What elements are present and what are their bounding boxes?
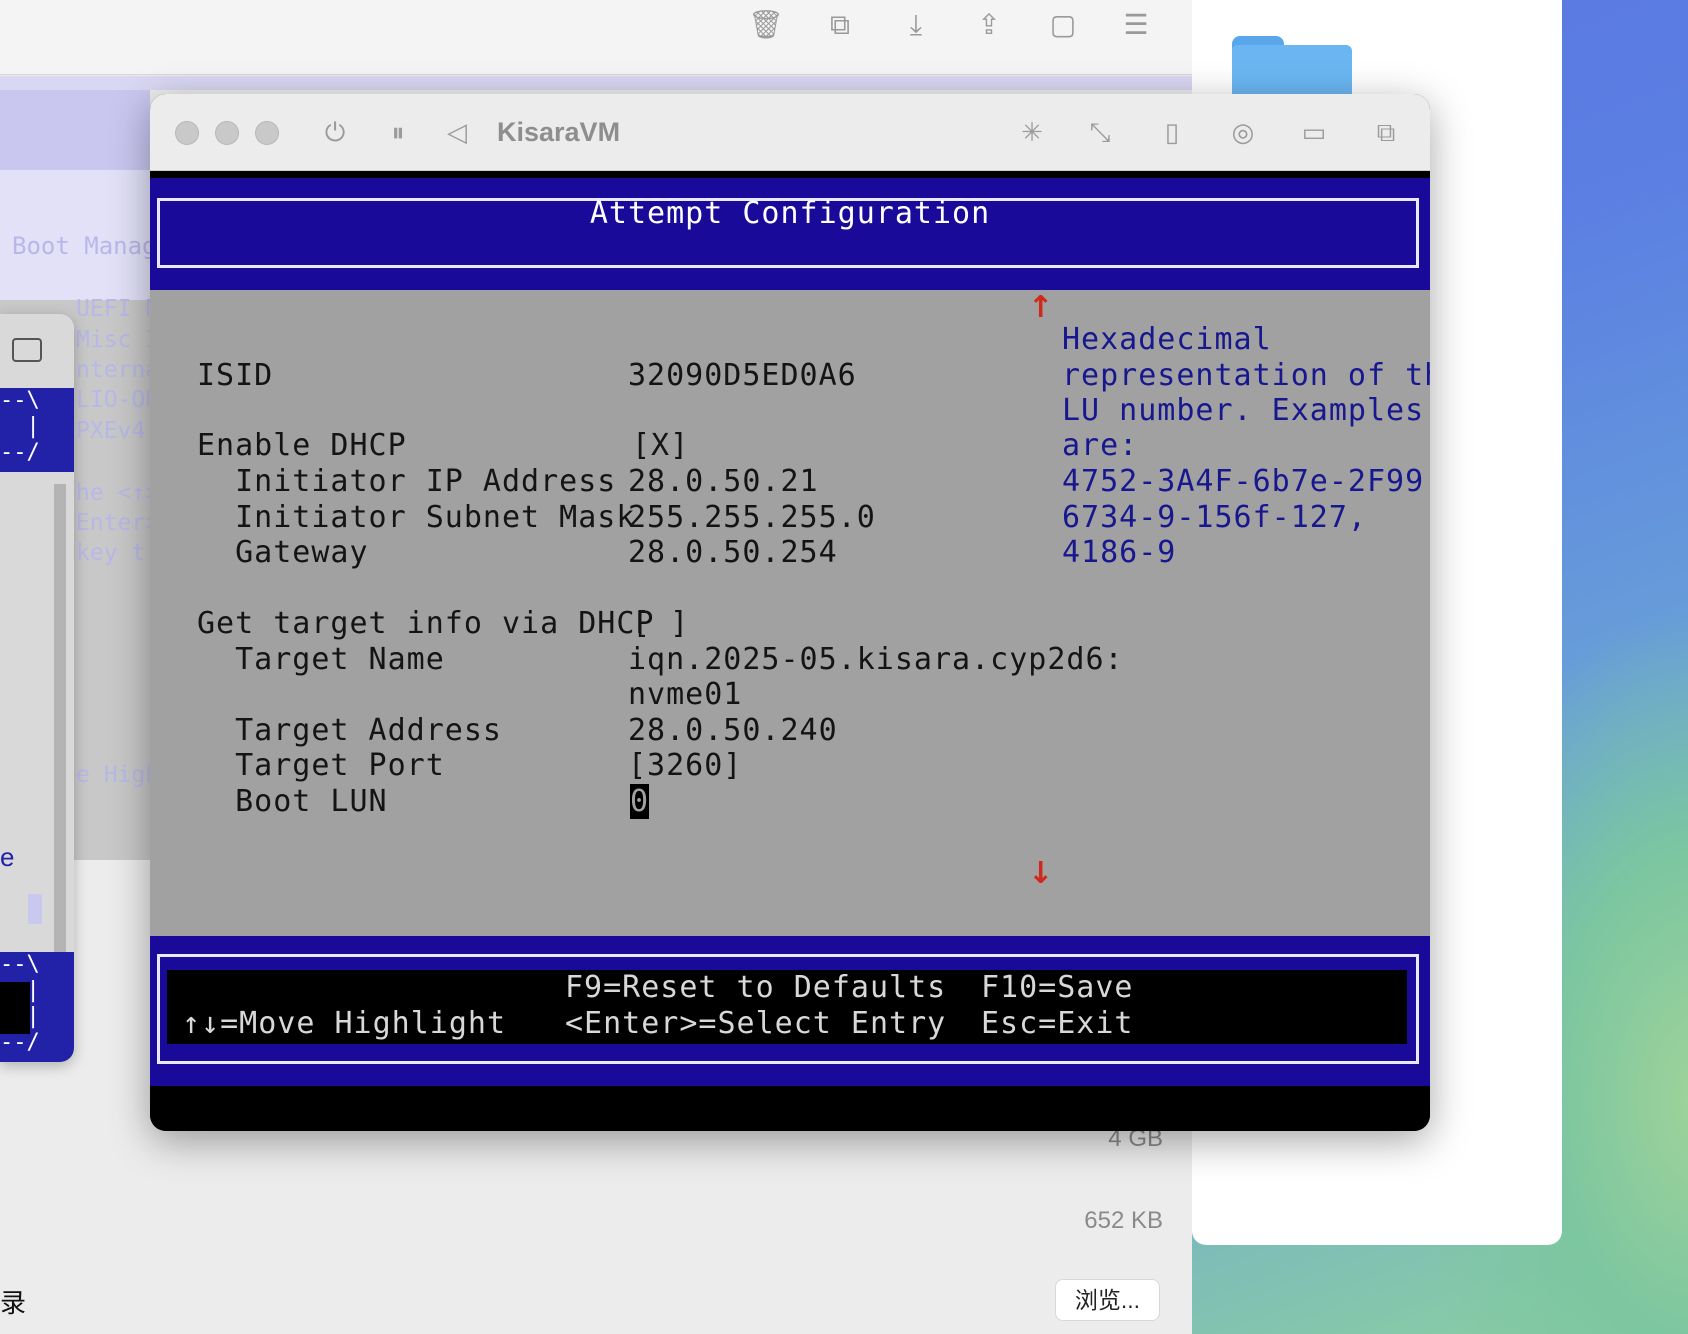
small-window: --\ | --/ e --\ | | --/	[0, 314, 74, 1062]
scroll-thumb[interactable]	[28, 894, 42, 924]
back-icon[interactable]: ◁	[439, 114, 475, 150]
lavender-block	[0, 90, 150, 170]
cjk-fragment: 录	[0, 1288, 27, 1318]
ghost-line: he <↑>	[76, 480, 160, 506]
target-name-value-cont[interactable]: nvme01	[628, 677, 742, 712]
boot-lun-label: Boot LUN	[197, 784, 388, 819]
ghost-line: LIO-OR	[76, 387, 160, 413]
scroll-down-arrow-icon: ↓	[1028, 856, 1054, 891]
exit-hint: Esc=Exit	[981, 1006, 1134, 1041]
ghost-line: Misc I	[76, 327, 160, 353]
help-line: 6734-9-156f-127,	[1062, 500, 1367, 535]
scroll-up-arrow-icon: ↑	[1028, 290, 1054, 325]
terminal-box-top: --\ | --/	[0, 388, 74, 472]
trash-icon[interactable]: 🗑	[748, 8, 784, 42]
share-icon[interactable]: ⇪	[972, 8, 1006, 42]
enable-dhcp-label: Enable DHCP	[197, 428, 407, 463]
initiator-ip-label: Initiator IP Address	[197, 464, 617, 499]
help-line: 4186-9	[1062, 535, 1177, 570]
terminal-black	[0, 982, 30, 1034]
target-address-value[interactable]: 28.0.50.240	[628, 713, 838, 748]
zoom-button[interactable]	[255, 121, 279, 145]
vm-window: ⏻ ⏸ ◁ KisaraVM ✳ ⤡ ▯ ◎ ▭ ⧉ Attempt Confi…	[150, 94, 1430, 1131]
disc-icon[interactable]: ◎	[1225, 114, 1261, 150]
select-hint: <Enter>=Select Entry	[565, 1006, 947, 1041]
resize-icon[interactable]: ⤡	[1082, 114, 1118, 150]
download-doc-icon[interactable]: ⤓	[899, 8, 933, 42]
target-name-label: Target Name	[197, 642, 445, 677]
enable-dhcp-checkbox[interactable]: [X]	[632, 428, 689, 463]
target-port-value[interactable]: [3260]	[628, 748, 742, 783]
help-line: are:	[1062, 428, 1139, 463]
sliders-icon[interactable]: ☰	[1119, 8, 1153, 42]
save-hint: F10=Save	[981, 970, 1134, 1005]
shared-folder-icon[interactable]: ▭	[1296, 114, 1332, 150]
vm-titlebar: ⏻ ⏸ ◁ KisaraVM ✳ ⤡ ▯ ◎ ▭ ⧉	[150, 94, 1430, 171]
ghost-line: Enter>	[76, 510, 160, 536]
boot-lun-input[interactable]: 0	[630, 784, 650, 819]
bios-header: Attempt Configuration	[150, 178, 1430, 290]
initiator-mask-label: Initiator Subnet Mask	[197, 500, 636, 535]
initiator-ip-value[interactable]: 28.0.50.21	[628, 464, 819, 499]
target-dhcp-checkbox[interactable]: [ ]	[632, 606, 689, 641]
size-652kb: 652 KB	[1084, 1207, 1163, 1234]
isid-value[interactable]: 32090D5ED0A6	[628, 358, 857, 393]
help-line: representation of the	[1062, 358, 1430, 393]
ghost-line: e High	[76, 762, 160, 788]
help-line: Hexadecimal	[1062, 322, 1272, 357]
power-icon[interactable]: ⏻	[317, 114, 353, 150]
gateway-label: Gateway	[197, 535, 369, 570]
page-title: Attempt Configuration	[589, 196, 991, 231]
boot-manager-fragment: Boot Manage	[12, 232, 171, 260]
square-icon[interactable]: ▢	[1046, 8, 1080, 42]
vm-screen[interactable]: Attempt Configuration ↑ ↓ ISID 32090D5ED…	[150, 172, 1430, 1131]
initiator-mask-value[interactable]: 255.255.255.0	[628, 500, 876, 535]
usb-icon[interactable]: ▯	[1154, 114, 1190, 150]
background-toolbar: 🗑 ⧉ ⤓ ⇪ ▢ ☰	[0, 0, 1192, 75]
config-form: ↑ ↓ ISID 32090D5ED0A6 Enable DHCP [X] In…	[150, 290, 1430, 936]
ghost-line: PXEv4	[76, 418, 146, 444]
scrollbar[interactable]	[54, 484, 66, 954]
window-switch-icon[interactable]	[12, 338, 42, 362]
windows-icon[interactable]: ⧉	[1368, 114, 1404, 150]
copy-icon[interactable]: ⧉	[823, 8, 857, 42]
lavender-band	[0, 76, 1192, 90]
isid-label: ISID	[197, 358, 274, 393]
pause-icon[interactable]: ⏸	[380, 114, 416, 150]
target-name-value[interactable]: iqn.2025-05.kisara.cyp2d6:	[628, 642, 1124, 677]
target-dhcp-label: Get target info via DHCP	[197, 606, 655, 641]
folder-icon[interactable]	[1232, 36, 1352, 103]
vm-title: KisaraVM	[497, 117, 621, 147]
text-fragment: e	[0, 842, 15, 872]
reset-hint: F9=Reset to Defaults	[565, 970, 947, 1005]
capture-icon[interactable]: ✳	[1014, 114, 1050, 150]
help-line: LU number. Examples	[1062, 393, 1425, 428]
browse-button[interactable]: 浏览...	[1055, 1279, 1160, 1321]
help-line: 4752-3A4F-6b7e-2F99,	[1062, 464, 1430, 499]
target-port-label: Target Port	[197, 748, 445, 783]
bios-footer: F9=Reset to Defaults F10=Save ↑↓=Move Hi…	[150, 936, 1430, 1086]
close-button[interactable]	[175, 121, 199, 145]
minimize-button[interactable]	[215, 121, 239, 145]
ghost-line: nterna	[76, 357, 160, 383]
ghost-line: key t	[76, 540, 146, 566]
target-address-label: Target Address	[197, 713, 502, 748]
move-hint: ↑↓=Move Highlight	[182, 1006, 507, 1041]
gateway-value[interactable]: 28.0.50.254	[628, 535, 838, 570]
